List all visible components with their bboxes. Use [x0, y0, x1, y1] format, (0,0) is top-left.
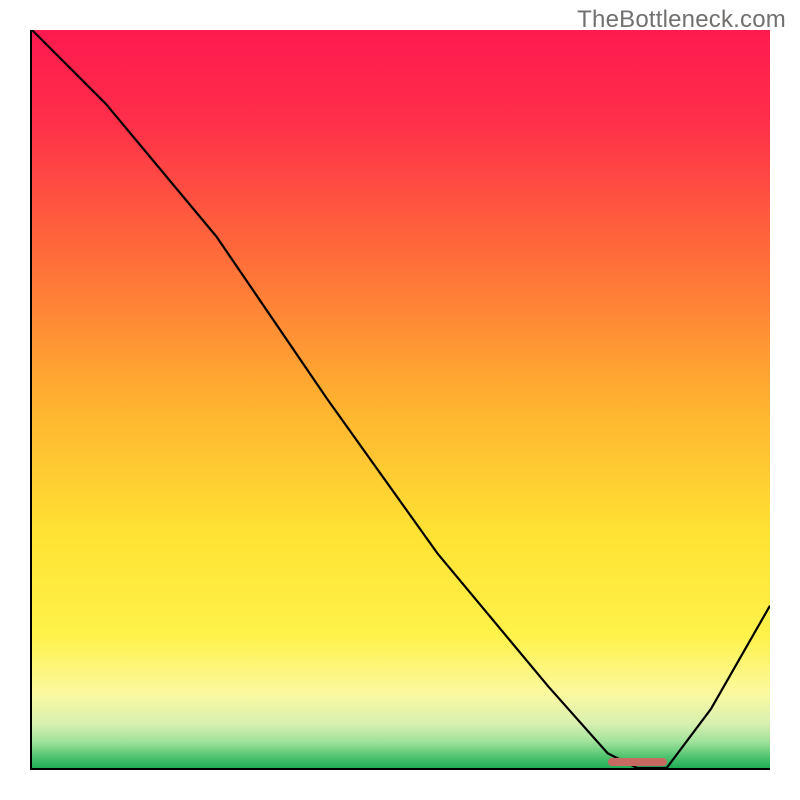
bottleneck-curve: [32, 30, 770, 768]
plot-frame: [30, 30, 770, 770]
plot-area: [32, 30, 770, 768]
optimal-range-marker: [608, 758, 667, 766]
